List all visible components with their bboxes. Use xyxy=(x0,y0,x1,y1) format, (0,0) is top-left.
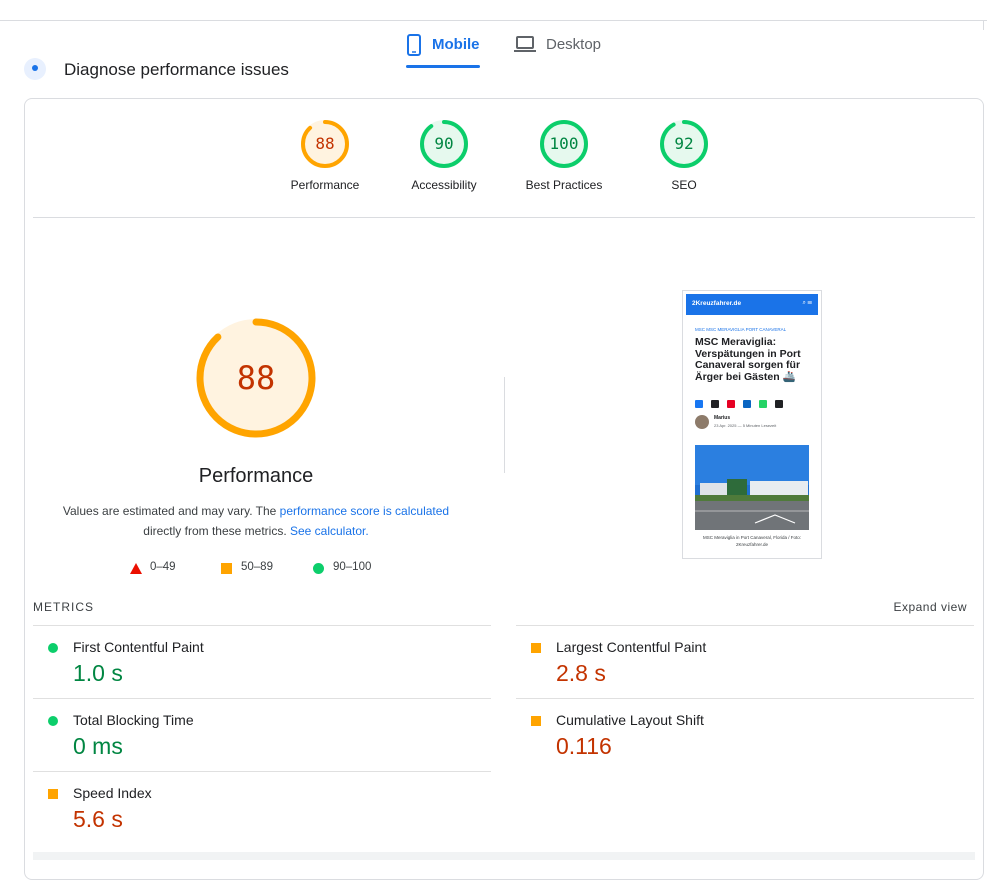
report-card: 88 Performance 90 Accessibility 100 Best… xyxy=(24,98,984,880)
gauge-ring: 100 xyxy=(540,120,588,168)
square-icon xyxy=(221,563,232,574)
author-avatar xyxy=(695,415,709,429)
gauge-label: Accessibility xyxy=(411,178,477,192)
legend-range: 0–49 xyxy=(150,561,176,573)
category-gauges: 88 Performance 90 Accessibility 100 Best… xyxy=(25,119,983,199)
whatsapp-icon xyxy=(759,400,767,408)
metric-name: First Contentful Paint xyxy=(73,639,204,655)
gauge-ring: 90 xyxy=(420,120,468,168)
x-icon xyxy=(711,400,719,408)
gauge-label: Performance xyxy=(290,178,360,192)
diagnose-section-header: Diagnose performance issues xyxy=(24,58,424,80)
metric-value: 0 ms xyxy=(73,733,123,759)
gauge-performance[interactable]: 88 Performance xyxy=(265,119,385,192)
divider xyxy=(33,217,975,218)
see-calculator-link[interactable]: See calculator. xyxy=(290,524,369,538)
share-icons xyxy=(695,395,791,408)
author-name: Marius xyxy=(714,415,731,421)
metric-name: Largest Contentful Paint xyxy=(556,639,707,655)
performance-title: Performance xyxy=(198,465,314,487)
metric-cls: Cumulative Layout Shift 0.116 xyxy=(516,698,974,771)
metric-speed-index: Speed Index 5.6 s xyxy=(33,771,491,844)
pinterest-icon xyxy=(727,400,735,408)
performance-score-large: 88 xyxy=(237,359,276,397)
linkedin-icon xyxy=(743,400,751,408)
metric-value: 5.6 s xyxy=(73,806,123,832)
score-calculated-link[interactable]: performance score is calculated xyxy=(280,504,449,518)
average-square-icon xyxy=(48,789,58,799)
metrics-title: METRICS xyxy=(33,600,94,614)
article-meta: 23 Apr. 2025 — 5 Minuten Lesezeit xyxy=(714,423,777,428)
audit-list-strip xyxy=(33,852,975,860)
gauge-score: 100 xyxy=(550,134,579,153)
tab-desktop[interactable]: Desktop xyxy=(514,28,601,70)
tab-desktop-label: Desktop xyxy=(546,36,602,53)
search-menu-icon: ⌕ ☰ xyxy=(802,300,812,306)
metric-fcp: First Contentful Paint 1.0 s xyxy=(33,625,491,698)
metric-value: 1.0 s xyxy=(73,660,123,686)
site-logo: 2Kreuzfahrer.de xyxy=(692,300,742,307)
threads-icon xyxy=(775,400,783,408)
vertical-divider xyxy=(504,377,505,473)
gauge-ring: 92 xyxy=(660,120,708,168)
page-screenshot-thumbnail: 2Kreuzfahrer.de ⌕ ☰ MSC MSC MERAVIGLIA P… xyxy=(682,290,822,559)
article-photo xyxy=(695,445,809,530)
photo-caption: MSC Meraviglia in Port Canaveral, Florid… xyxy=(702,535,802,547)
top-bar xyxy=(0,0,987,21)
metric-name: Total Blocking Time xyxy=(73,712,194,728)
diagnose-title: Diagnose performance issues xyxy=(64,60,289,79)
metric-value: 0.116 xyxy=(556,733,612,759)
metric-value: 2.8 s xyxy=(556,660,606,686)
mobile-phone-icon xyxy=(407,34,421,56)
facebook-icon xyxy=(695,400,703,408)
article-category: MSC MSC MERAVIGLIA PORT CANAVERAL xyxy=(695,327,787,332)
gauge-label: Best Practices xyxy=(525,178,603,192)
gauge-score: 90 xyxy=(434,134,453,153)
tab-mobile-label: Mobile xyxy=(432,36,480,53)
gauge-ring: 88 xyxy=(301,120,349,168)
performance-gauge-large: 88 xyxy=(196,318,316,438)
metric-name: Cumulative Layout Shift xyxy=(556,712,704,728)
gauge-score: 88 xyxy=(315,134,334,153)
note-middle: directly from these metrics. xyxy=(143,524,290,538)
average-square-icon xyxy=(531,716,541,726)
site-header: 2Kreuzfahrer.de ⌕ ☰ xyxy=(686,294,818,315)
gauge-accessibility[interactable]: 90 Accessibility xyxy=(384,119,504,192)
article-headline: MSC Meraviglia: Verspätungen in Port Can… xyxy=(695,336,801,383)
legend-range: 50–89 xyxy=(241,561,273,573)
circle-icon xyxy=(313,563,324,574)
note-prefix: Values are estimated and may vary. The xyxy=(62,504,280,518)
laptop-icon xyxy=(514,36,536,52)
gauge-label: SEO xyxy=(671,178,697,192)
diagnose-icon xyxy=(24,58,46,80)
pass-circle-icon xyxy=(48,716,58,726)
score-note: Values are estimated and may vary. The p… xyxy=(55,501,457,541)
gauge-seo[interactable]: 92 SEO xyxy=(624,119,744,192)
metric-name: Speed Index xyxy=(73,785,152,801)
metric-lcp: Largest Contentful Paint 2.8 s xyxy=(516,625,974,698)
triangle-icon xyxy=(130,563,142,574)
average-square-icon xyxy=(531,643,541,653)
legend-range: 90–100 xyxy=(333,561,372,573)
expand-view-toggle[interactable]: Expand view xyxy=(893,600,967,614)
gauge-best-practices[interactable]: 100 Best Practices xyxy=(504,119,624,192)
metric-tbt: Total Blocking Time 0 ms xyxy=(33,698,491,771)
gauge-score: 92 xyxy=(674,134,693,153)
pass-circle-icon xyxy=(48,643,58,653)
